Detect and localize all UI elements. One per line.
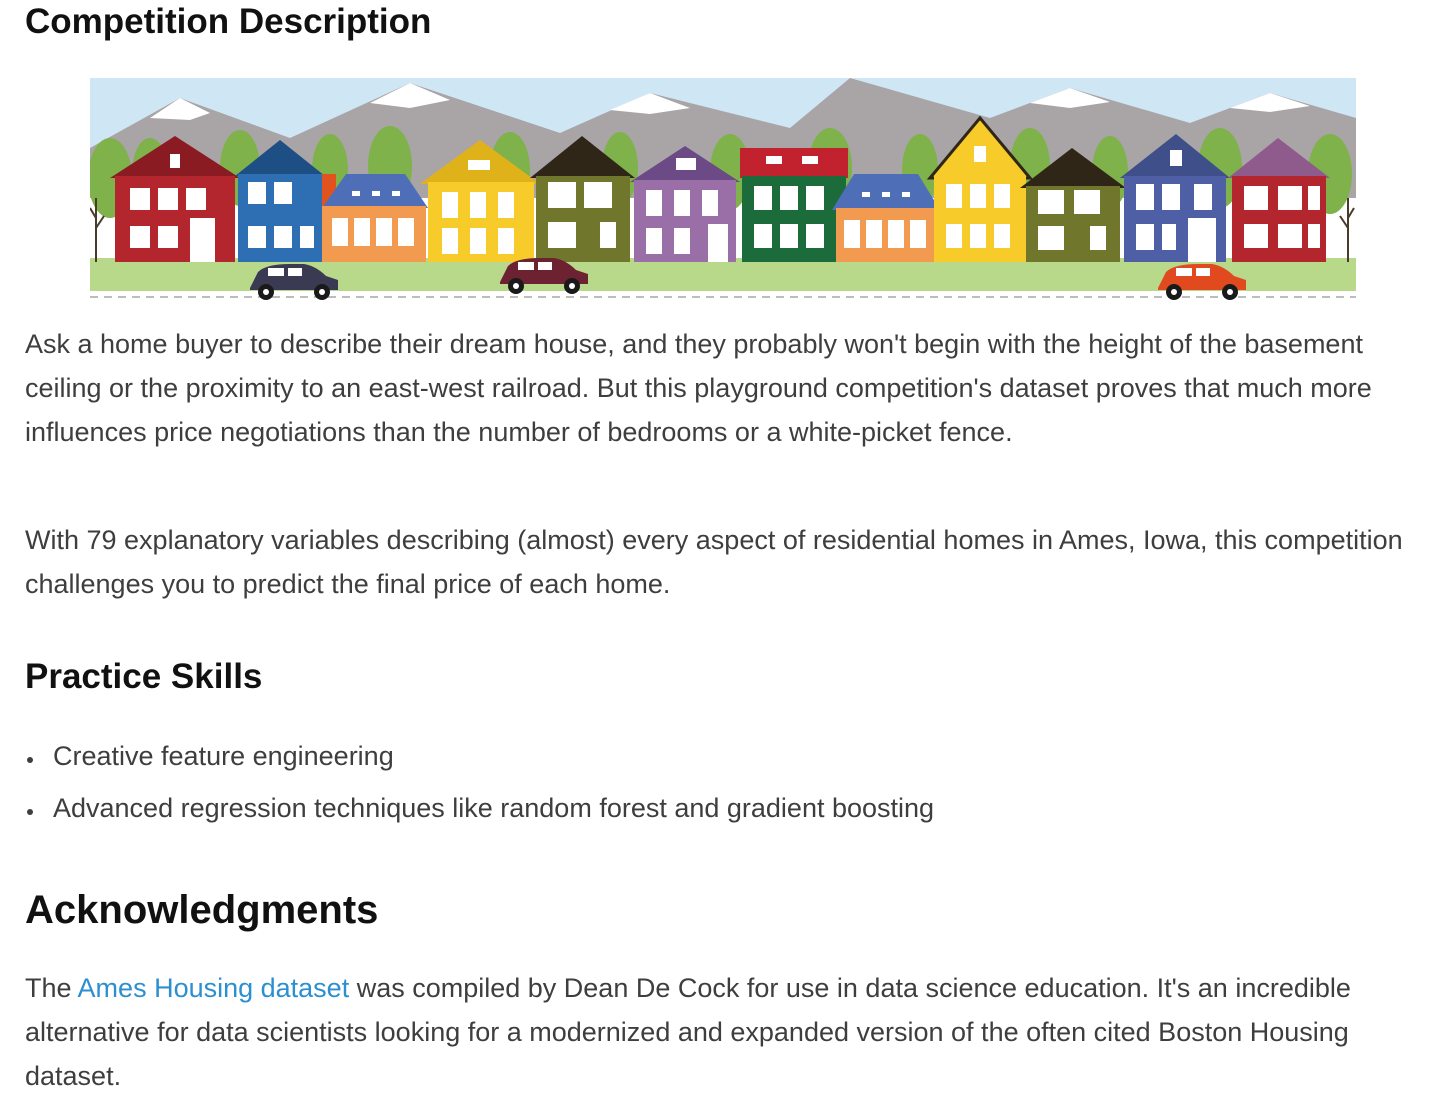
acknowledgments-heading: Acknowledgments — [25, 888, 379, 932]
practice-skills-list: Creative feature engineering Advanced re… — [25, 730, 1325, 834]
ames-housing-dataset-link[interactable]: Ames Housing dataset — [78, 973, 350, 1003]
ack-text-before: The — [25, 973, 78, 1003]
houses-banner-image — [88, 78, 1356, 302]
skill-label: Creative feature engineering — [53, 741, 394, 771]
list-item: Creative feature engineering — [25, 730, 1325, 782]
practice-skills-heading: Practice Skills — [25, 657, 263, 696]
description-paragraph-1: Ask a home buyer to describe their dream… — [25, 329, 1372, 447]
bullet-icon — [27, 757, 33, 763]
competition-overview: Competition Description Ask a home buyer… — [0, 0, 1448, 1100]
skill-label: Advanced regression techniques like rand… — [53, 793, 935, 823]
houses-street-illustration — [88, 78, 1356, 302]
bullet-icon — [27, 809, 33, 815]
description-paragraph-2: With 79 explanatory variables describing… — [25, 525, 1403, 599]
competition-description-heading: Competition Description — [25, 2, 432, 41]
list-item: Advanced regression techniques like rand… — [25, 782, 1325, 834]
acknowledgments-paragraph: The Ames Housing dataset was compiled by… — [25, 966, 1425, 1098]
